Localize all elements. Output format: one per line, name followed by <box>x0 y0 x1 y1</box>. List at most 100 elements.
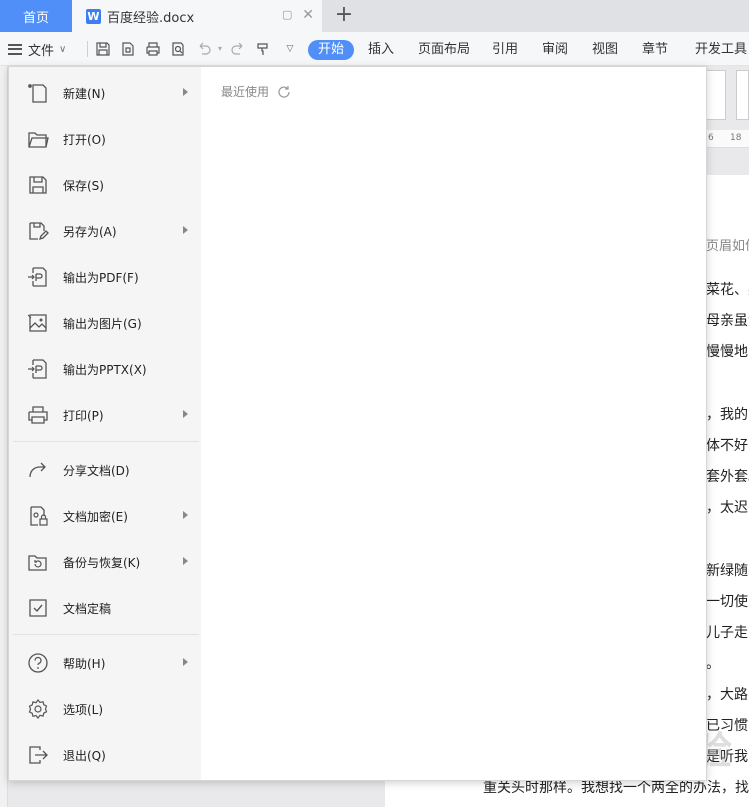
menu-item-label: 文档加密(E) <box>63 510 128 524</box>
menu-item-export-pptx[interactable]: 输出为PPTX(X) <box>9 346 201 392</box>
close-icon[interactable]: ✕ <box>302 7 314 23</box>
undo-icon[interactable] <box>196 41 212 57</box>
horizontal-ruler: 6 18 <box>706 130 749 148</box>
document-text-line: 一切使人 <box>706 594 749 610</box>
menu-item-label: 分享文档(D) <box>63 464 130 478</box>
menu-item-label: 备份与恢复(K) <box>63 556 141 570</box>
ribbon-tab-page-layout[interactable]: 页面布局 <box>418 40 470 60</box>
menu-item-help[interactable]: 帮助(H) <box>9 640 201 686</box>
ribbon-tab-home[interactable]: 开始 <box>308 40 355 60</box>
menu-item-label: 输出为图片(G) <box>63 317 142 331</box>
menu-item-label: 输出为PPTX(X) <box>63 363 147 377</box>
chevron-down-icon[interactable]: ▾ <box>212 41 228 57</box>
menu-item-exit[interactable]: 退出(Q) <box>9 732 201 778</box>
new-file-icon <box>28 84 47 103</box>
print-icon <box>28 406 48 424</box>
menu-item-label: 退出(Q) <box>63 749 106 763</box>
help-icon <box>28 653 48 673</box>
file-menu-list: 新建(N) 打开(O) 保存(S) 另存为(A) 输出为PDF(F) 输出为图片… <box>9 67 201 780</box>
export-image-icon <box>27 314 47 332</box>
refresh-icon[interactable] <box>277 85 291 99</box>
ribbon-control-box <box>706 70 726 120</box>
document-text-line: 新绿随 <box>706 563 748 579</box>
document-text-line: 慢慢地， <box>706 344 749 360</box>
format-painter-icon[interactable] <box>255 41 271 57</box>
file-menu-button[interactable]: 文件 ∨ <box>8 37 66 61</box>
menu-item-label: 保存(S) <box>63 179 104 193</box>
save-as-icon <box>29 222 49 241</box>
chevron-down-icon[interactable]: ▽ <box>282 41 298 57</box>
finalize-icon <box>29 599 47 617</box>
menu-item-encrypt[interactable]: 文档加密(E) <box>9 493 201 539</box>
menu-item-label: 文档定稿 <box>63 602 112 616</box>
ribbon-tab-section[interactable]: 章节 <box>642 40 668 60</box>
menu-item-save[interactable]: 保存(S) <box>9 162 201 208</box>
chevron-down-icon: ∨ <box>59 43 67 55</box>
document-text-line: ，大路 <box>706 687 748 703</box>
menu-divider <box>13 634 199 635</box>
menu-item-label: 打印(P) <box>63 409 104 423</box>
document-text-line: ，太迟 <box>706 500 748 516</box>
menu-divider <box>13 441 199 442</box>
vertical-ruler <box>0 66 8 807</box>
redo-icon[interactable] <box>230 41 246 57</box>
tab-home[interactable]: 首页 <box>0 0 72 32</box>
tab-document-title: 百度经验.docx <box>107 10 195 26</box>
file-dropdown-menu: 新建(N) 打开(O) 保存(S) 另存为(A) 输出为PDF(F) 输出为图片… <box>8 66 707 781</box>
folder-open-icon <box>28 132 49 148</box>
document-text-line: 页眉如何 <box>706 239 749 254</box>
recent-files-header: 最近使用 <box>221 83 291 100</box>
export-pdf-icon <box>28 267 47 287</box>
pin-icon[interactable]: ▢ <box>282 9 294 21</box>
ruler-tick-label: 6 <box>708 133 714 143</box>
menu-item-share[interactable]: 分享文档(D) <box>9 447 201 493</box>
menu-item-label: 新建(N) <box>63 87 106 101</box>
menu-item-label: 输出为PDF(F) <box>63 271 139 285</box>
document-text-line: ，我的 <box>706 407 748 423</box>
exit-icon <box>29 746 48 764</box>
menu-item-label: 打开(O) <box>63 133 106 147</box>
chevron-right-icon <box>183 511 188 519</box>
menu-item-label: 另存为(A) <box>63 225 117 239</box>
menu-item-open[interactable]: 打开(O) <box>9 116 201 162</box>
document-text-line: 体不好 <box>706 438 748 454</box>
export-pptx-icon <box>28 359 47 379</box>
chevron-right-icon <box>183 658 188 666</box>
new-tab-button[interactable]: + <box>332 3 356 27</box>
ribbon-tab-references[interactable]: 引用 <box>492 40 518 60</box>
ribbon-tab-review[interactable]: 审阅 <box>542 40 568 60</box>
save-icon <box>29 176 47 194</box>
word-doc-icon: W <box>86 8 101 24</box>
menu-item-new[interactable]: 新建(N) <box>9 70 201 116</box>
menu-item-export-pdf[interactable]: 输出为PDF(F) <box>9 254 201 300</box>
ribbon-control-box <box>736 70 749 120</box>
tab-bar: 首页 W 百度经验.docx ▢ ✕ + <box>0 0 749 32</box>
gear-icon <box>28 699 48 719</box>
menu-item-export-image[interactable]: 输出为图片(G) <box>9 300 201 346</box>
document-text-line: 菜花、桑 <box>706 282 749 298</box>
print-icon[interactable] <box>145 41 161 57</box>
tab-document[interactable]: W 百度经验.docx ▢ ✕ <box>72 0 322 32</box>
document-text-line: 套外套。 <box>706 469 749 485</box>
document-text-line: 。 <box>706 656 720 672</box>
ruler-tick-label: 18 <box>730 133 742 143</box>
menu-item-backup[interactable]: 备份与恢复(K) <box>9 539 201 585</box>
recent-files-label: 最近使用 <box>221 85 270 99</box>
print-preview-icon[interactable] <box>170 41 186 57</box>
document-text-line: 儿子走 <box>706 625 748 641</box>
ribbon-tab-developer[interactable]: 开发工具 <box>695 40 747 60</box>
chevron-right-icon <box>183 226 188 234</box>
menu-item-finalize[interactable]: 文档定稿 <box>9 585 201 631</box>
save-icon[interactable] <box>95 41 111 57</box>
menu-item-print[interactable]: 打印(P) <box>9 392 201 438</box>
ribbon-tab-view[interactable]: 视图 <box>592 40 618 60</box>
menu-item-label: 帮助(H) <box>63 657 106 671</box>
menu-item-save-as[interactable]: 另存为(A) <box>9 208 201 254</box>
share-icon <box>29 462 46 478</box>
ribbon-tab-insert[interactable]: 插入 <box>368 40 394 60</box>
menu-item-options[interactable]: 选项(L) <box>9 686 201 732</box>
chevron-right-icon <box>183 88 188 96</box>
export-pdf-icon[interactable] <box>120 41 136 57</box>
chevron-right-icon <box>183 557 188 565</box>
encrypt-icon <box>30 506 48 526</box>
